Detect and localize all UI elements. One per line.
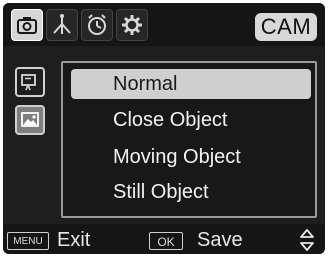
tab-settings[interactable] bbox=[116, 9, 148, 41]
tab-timer[interactable] bbox=[81, 9, 113, 41]
save-label: Save bbox=[197, 229, 243, 251]
menu-key: MENU bbox=[7, 232, 49, 250]
ok-key: OK bbox=[149, 232, 183, 250]
menu-item-moving-object[interactable]: Moving Object bbox=[71, 142, 311, 172]
side-item-video[interactable] bbox=[15, 67, 45, 97]
footer-hints: MENU Exit OK Save bbox=[3, 224, 325, 254]
gear-icon bbox=[122, 15, 142, 35]
antenna-icon bbox=[53, 14, 71, 34]
tab-camera[interactable] bbox=[11, 9, 43, 41]
side-item-picture[interactable] bbox=[15, 105, 45, 135]
menu-item-still-object[interactable]: Still Object bbox=[71, 177, 311, 207]
up-down-arrows-icon bbox=[300, 229, 314, 251]
video-camera-icon bbox=[21, 74, 36, 91]
tab-network[interactable] bbox=[46, 9, 78, 41]
top-tab-bar: CAM bbox=[3, 3, 325, 46]
camera-settings-screen: CAM Normal Close Object Moving Object St… bbox=[3, 3, 325, 254]
exit-label: Exit bbox=[57, 229, 91, 251]
menu-item-close-object[interactable]: Close Object bbox=[71, 105, 311, 135]
picture-icon bbox=[21, 112, 39, 127]
scene-mode-menu: Normal Close Object Moving Object Still … bbox=[61, 61, 317, 218]
camera-icon bbox=[17, 17, 37, 34]
mode-badge: CAM bbox=[255, 13, 317, 41]
alarm-clock-icon bbox=[88, 14, 106, 35]
menu-item-normal[interactable]: Normal bbox=[71, 69, 311, 99]
side-menu bbox=[7, 59, 51, 209]
